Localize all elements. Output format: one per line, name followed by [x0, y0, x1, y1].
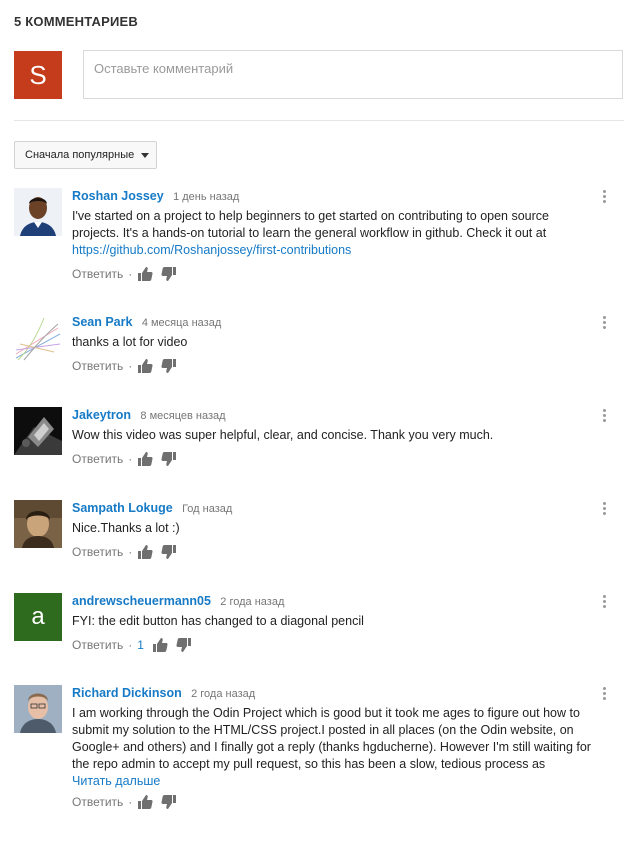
- comment-content: andrewscheuermann05 2 года назад FYI: th…: [72, 593, 597, 654]
- comment-author[interactable]: Sampath Lokuge: [72, 501, 173, 515]
- comment-text: Wow this video was super helpful, clear,…: [72, 428, 494, 442]
- comment-content: Jakeytron 8 месяцев назад Wow this video…: [72, 407, 597, 468]
- comment-time[interactable]: 2 года назад: [220, 596, 284, 608]
- comment-author[interactable]: Sean Park: [72, 315, 132, 329]
- comment-content: Sean Park 4 месяца назад thanks a lot fo…: [72, 314, 597, 375]
- more-options-icon[interactable]: [600, 316, 608, 330]
- more-options-icon[interactable]: [600, 409, 608, 423]
- thumbs-down-icon[interactable]: [161, 794, 177, 810]
- comment-text: I've started on a project to help beginn…: [72, 208, 597, 259]
- comment-content: Richard Dickinson 2 года назад I am work…: [72, 685, 597, 811]
- comment-author[interactable]: Richard Dickinson: [72, 686, 182, 700]
- thumbs-up-icon[interactable]: [152, 637, 168, 653]
- comment-author[interactable]: Jakeytron: [72, 408, 131, 422]
- avatar-letter: a: [31, 603, 45, 630]
- thumbs-up-icon[interactable]: [137, 266, 153, 282]
- comment-actions: Ответить · 1: [72, 636, 597, 654]
- comment-text: Nice.Thanks a lot :): [72, 521, 180, 535]
- avatar[interactable]: [14, 314, 62, 362]
- avatar[interactable]: [14, 685, 62, 733]
- comments-count: 5 КОММЕНТАРИЕВ: [14, 14, 138, 29]
- avatar[interactable]: [14, 407, 62, 455]
- reply-button[interactable]: Ответить: [72, 267, 123, 281]
- composer-avatar[interactable]: S: [14, 51, 62, 99]
- separator-dot: ·: [128, 359, 133, 373]
- avatar[interactable]: [14, 500, 62, 548]
- comment-time[interactable]: Год назад: [182, 503, 232, 515]
- reply-button[interactable]: Ответить: [72, 359, 123, 373]
- comment-text: FYI: the edit button has changed to a di…: [72, 614, 364, 628]
- sort-label: Сначала популярные: [25, 149, 135, 161]
- comment-text: thanks a lot for video: [72, 335, 188, 349]
- more-options-icon[interactable]: [600, 595, 608, 609]
- comment-link[interactable]: https://github.com/Roshanjossey/first-co…: [72, 243, 351, 257]
- thumbs-down-icon[interactable]: [161, 544, 177, 560]
- comment-content: Sampath Lokuge Год назад Nice.Thanks a l…: [72, 500, 597, 561]
- comment-text: I am working through the Odin Project wh…: [72, 706, 591, 771]
- thumbs-up-icon[interactable]: [137, 358, 153, 374]
- comment-actions: Ответить ·: [72, 793, 597, 811]
- comment-time[interactable]: 8 месяцев назад: [140, 410, 225, 422]
- thumbs-down-icon[interactable]: [161, 451, 177, 467]
- divider: [14, 120, 624, 121]
- thumbs-up-icon[interactable]: [137, 544, 153, 560]
- avatar[interactable]: [14, 188, 62, 236]
- more-options-icon[interactable]: [600, 190, 608, 204]
- reply-button[interactable]: Ответить: [72, 638, 123, 652]
- sort-button[interactable]: Сначала популярные: [14, 141, 157, 169]
- composer-avatar-letter: S: [29, 59, 47, 90]
- comment-author[interactable]: Roshan Jossey: [72, 189, 164, 203]
- comment-text-body: I've started on a project to help beginn…: [72, 209, 549, 240]
- separator-dot: ·: [128, 545, 133, 559]
- thumbs-up-icon[interactable]: [137, 451, 153, 467]
- more-options-icon[interactable]: [600, 502, 608, 516]
- comment-content: Roshan Jossey 1 день назад I've started …: [72, 188, 597, 283]
- comment-actions: Ответить ·: [72, 265, 597, 283]
- thumbs-down-icon[interactable]: [176, 637, 192, 653]
- comment-actions: Ответить ·: [72, 357, 597, 375]
- separator-dot: ·: [128, 638, 133, 652]
- comment-time[interactable]: 2 года назад: [191, 688, 255, 700]
- reply-button[interactable]: Ответить: [72, 545, 123, 559]
- separator-dot: ·: [128, 452, 133, 466]
- comment-time[interactable]: 4 месяца назад: [142, 317, 221, 329]
- thumbs-down-icon[interactable]: [161, 358, 177, 374]
- more-options-icon[interactable]: [600, 687, 608, 701]
- like-count: 1: [137, 638, 144, 652]
- reply-button[interactable]: Ответить: [72, 795, 123, 809]
- separator-dot: ·: [128, 795, 133, 809]
- comment-time[interactable]: 1 день назад: [173, 191, 239, 203]
- reply-button[interactable]: Ответить: [72, 452, 123, 466]
- caret-down-icon: [141, 152, 150, 158]
- comment-author[interactable]: andrewscheuermann05: [72, 594, 211, 608]
- thumbs-down-icon[interactable]: [161, 266, 177, 282]
- comment-input[interactable]: [94, 61, 594, 76]
- comment-actions: Ответить ·: [72, 450, 597, 468]
- comment-composer[interactable]: [83, 50, 623, 99]
- read-more-link[interactable]: Читать дальше: [72, 773, 597, 789]
- separator-dot: ·: [128, 267, 133, 281]
- thumbs-up-icon[interactable]: [137, 794, 153, 810]
- comment-actions: Ответить ·: [72, 543, 597, 561]
- avatar[interactable]: a: [14, 593, 62, 641]
